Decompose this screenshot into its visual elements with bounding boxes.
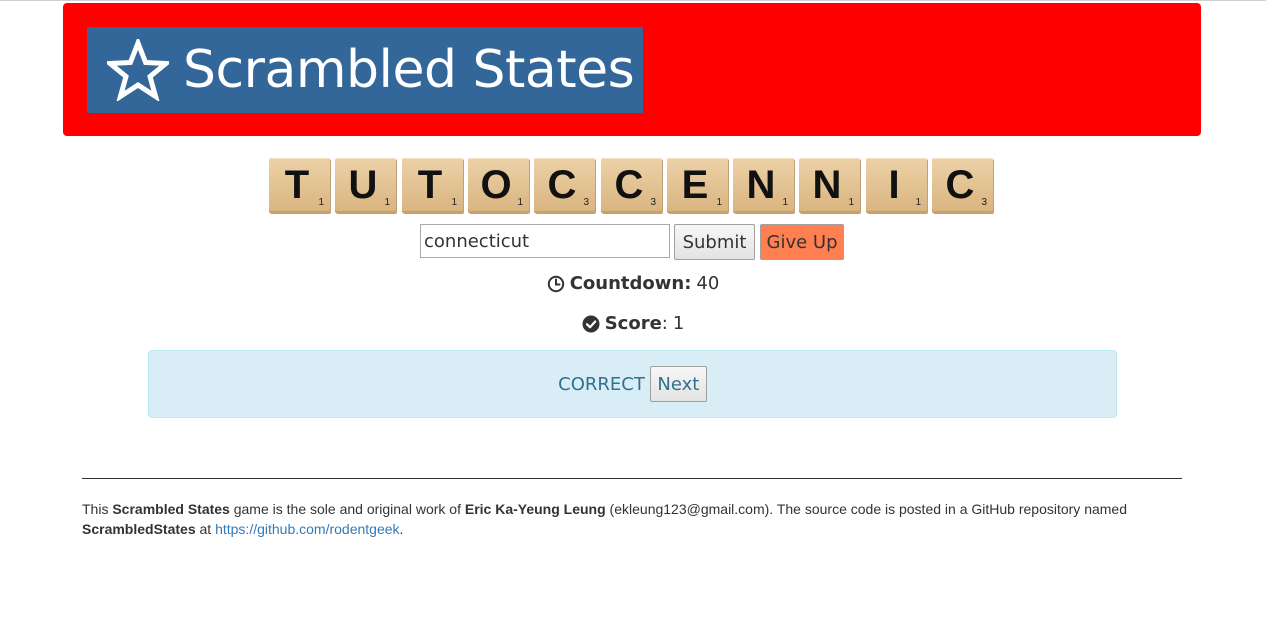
tile-letter: C xyxy=(547,163,577,207)
tile-letter: C xyxy=(614,163,644,207)
give-up-button[interactable]: Give Up xyxy=(760,224,844,260)
tile-score: 3 xyxy=(981,197,987,208)
result-text: CORRECT xyxy=(558,373,645,395)
letter-tile: N1 xyxy=(799,158,860,213)
footer-credits: This Scrambled States game is the sole a… xyxy=(82,499,1182,539)
tile-letter: N xyxy=(746,163,776,207)
letter-tile: U1 xyxy=(335,158,396,213)
letter-tiles: T1U1T1O1C3C3E1N1N1I1C3 xyxy=(269,158,996,214)
tile-score: 1 xyxy=(318,197,324,208)
check-circle-icon xyxy=(582,315,600,332)
tile-letter: I xyxy=(888,163,900,207)
footer-divider xyxy=(82,478,1182,479)
title-box: Scrambled States xyxy=(87,27,643,113)
tile-score: 1 xyxy=(716,197,722,208)
footer-text: (ekleung123@gmail.com). The source code … xyxy=(605,501,1128,517)
tile-letter: C xyxy=(945,163,975,207)
letter-tile: E1 xyxy=(667,158,728,213)
tile-letter: N xyxy=(812,163,842,207)
score-value: 1 xyxy=(672,313,685,334)
tile-letter: T xyxy=(284,163,310,207)
letter-tile: C3 xyxy=(932,158,993,213)
tile-letter: E xyxy=(681,163,709,207)
countdown-label: Countdown: xyxy=(569,273,692,294)
countdown-value: 40 xyxy=(696,273,720,294)
footer-text: game is the sole and original work of xyxy=(229,501,465,517)
result-alert: CORRECT Next xyxy=(148,350,1117,418)
tile-score: 1 xyxy=(915,197,921,208)
letter-tile: N1 xyxy=(733,158,794,213)
star-icon xyxy=(107,39,169,101)
header-banner: Scrambled States xyxy=(63,3,1201,136)
clock-icon xyxy=(547,275,564,292)
top-border xyxy=(0,0,1266,1)
footer-text: This xyxy=(82,501,113,517)
tile-letter: U xyxy=(348,163,378,207)
submit-button[interactable]: Submit xyxy=(674,224,755,260)
letter-tile: C3 xyxy=(601,158,662,213)
tile-score: 1 xyxy=(848,197,854,208)
footer-text: at xyxy=(195,521,216,537)
tile-score: 1 xyxy=(384,197,390,208)
score-display: Score : 1 xyxy=(0,313,1266,334)
letter-tile: C3 xyxy=(534,158,595,213)
letter-tile: T1 xyxy=(402,158,463,213)
footer-game-name: Scrambled States xyxy=(112,501,230,517)
score-colon: : xyxy=(661,313,668,334)
next-button[interactable]: Next xyxy=(649,366,707,402)
footer-repo-name: ScrambledStates xyxy=(82,521,196,537)
footer-text: . xyxy=(399,521,404,537)
tile-score: 1 xyxy=(451,197,457,208)
countdown-display: Countdown: 40 xyxy=(0,273,1266,294)
tile-score: 3 xyxy=(650,197,656,208)
tile-score: 1 xyxy=(782,197,788,208)
tile-score: 3 xyxy=(583,197,589,208)
github-link[interactable]: https://github.com/rodentgeek xyxy=(215,521,399,537)
letter-tile: O1 xyxy=(468,158,529,213)
page-title: Scrambled States xyxy=(183,40,635,100)
tile-letter: T xyxy=(417,163,443,207)
score-label: Score xyxy=(604,313,662,334)
letter-tile: T1 xyxy=(269,158,330,213)
answer-input[interactable] xyxy=(420,224,670,258)
footer-author: Eric Ka-Yeung Leung xyxy=(464,501,606,517)
tile-score: 1 xyxy=(517,197,523,208)
tile-letter: O xyxy=(480,163,512,207)
letter-tile: I1 xyxy=(866,158,927,213)
